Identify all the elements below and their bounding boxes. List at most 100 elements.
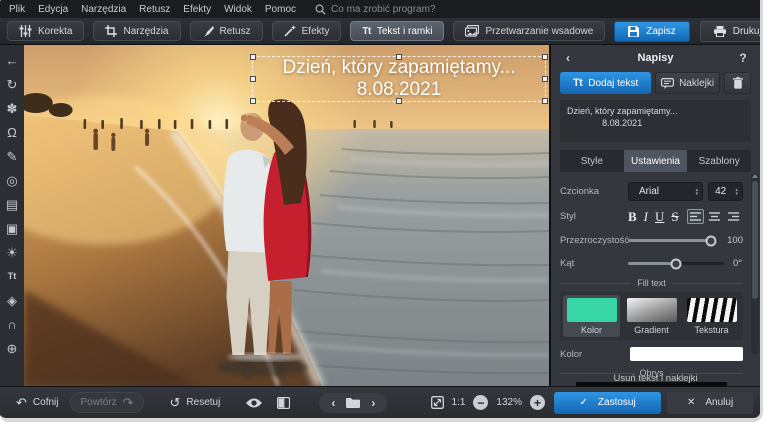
panel-header: ‹ Napisy ? [560,49,751,67]
angle-slider[interactable] [628,262,724,265]
zoom-in-button[interactable]: + [530,395,545,410]
font-label: Czcionka [560,186,628,197]
redo-button[interactable]: Powtórz ↷ [70,392,143,413]
cancel-button[interactable]: ✕ Anuluj [667,392,753,414]
photo-caption[interactable]: Dzień, który zapamiętamy... 8.08.2021 [253,57,545,101]
align-center-button[interactable] [706,209,723,224]
fit-screen-icon[interactable] [431,396,444,409]
menu-retusz[interactable]: Retusz [139,4,170,15]
scrollbar-up-arrow[interactable] [752,174,758,178]
scrollbar-thumb[interactable] [752,181,758,299]
italic-button[interactable]: I [644,209,648,225]
preview-original-button[interactable] [240,395,268,411]
text-icon: Tt [362,26,370,37]
clone-stamp-tool[interactable]: Ω [1,120,23,144]
undo-button[interactable]: ↶ Cofnij [7,393,67,412]
back-icon: ← [6,54,19,67]
menu-plik[interactable]: Plik [9,4,25,15]
print-button[interactable]: Drukuj [700,21,763,42]
resize-handle-e[interactable] [542,76,548,82]
save-button[interactable]: Zapisz [614,21,689,42]
tab-retusz[interactable]: Retusz [190,21,263,41]
search-input[interactable]: Co ma zrobić program? [315,4,435,15]
tab-ustawienia[interactable]: Ustawienia [624,150,688,172]
opacity-slider[interactable] [628,239,718,242]
stickers-button[interactable]: Naklejki [655,72,720,94]
rotate-tool[interactable]: ↻ [1,72,23,96]
tab-korekta[interactable]: Korekta [7,21,84,41]
reset-button[interactable]: ↺ Resetuj [161,393,230,412]
tab-efekty[interactable]: Efekty [272,21,342,41]
resize-handle-nw[interactable] [250,54,256,60]
zoom-level: 132% [496,397,522,408]
angle-slider-knob[interactable] [671,258,682,269]
tab-szablony[interactable]: Szablony [687,150,751,172]
opacity-slider-knob[interactable] [705,235,716,246]
film-frames-tool[interactable]: ▤ [1,192,23,216]
panel-title: Napisy [576,52,735,64]
help-button[interactable]: ? [735,51,751,65]
before-after-button[interactable] [271,394,296,412]
panel-scrollbar[interactable] [751,173,759,354]
underline-button[interactable]: U [655,209,664,225]
batch-icon [465,25,479,37]
menu-widok[interactable]: Widok [224,4,252,15]
resize-handle-s[interactable] [396,98,402,104]
panel-mode-buttons: Tt Dodaj tekst Naklejki [560,72,751,94]
tab-label: Tekst i ramki [377,26,433,37]
panel-tabs: Style Ustawienia Szablony [560,150,751,172]
align-left-button[interactable] [687,209,704,224]
crosshair-tool[interactable]: ⊕ [1,336,23,360]
curve-tool[interactable]: ∩ [1,312,23,336]
text-selection-box[interactable]: Dzień, który zapamiętamy... 8.08.2021 [252,56,546,102]
fill-color-option[interactable]: Kolor [563,295,620,337]
text-tool[interactable]: Tt [1,264,23,288]
tab-style[interactable]: Style [560,150,624,172]
next-photo-button[interactable]: › [371,396,375,410]
delete-text-and-stickers-link[interactable]: Usuń tekst i naklejki [551,373,760,384]
folder-icon[interactable] [346,397,360,408]
vignette-tool[interactable]: ▣ [1,216,23,240]
zoom-out-button[interactable]: − [473,395,488,410]
add-text-button[interactable]: Tt Dodaj tekst [560,72,651,94]
photo-canvas[interactable]: Dzień, który zapamiętamy... 8.08.2021 [24,45,550,386]
resize-handle-n[interactable] [396,54,402,60]
align-right-button[interactable] [725,209,742,224]
panel-back-button[interactable]: ‹ [560,51,576,65]
resize-handle-sw[interactable] [250,98,256,104]
effects-tool[interactable]: ✽ [1,96,23,120]
bold-button[interactable]: B [628,209,637,225]
zoom-1-1-button[interactable]: 1:1 [452,397,466,408]
color-splash-tool[interactable]: ◈ [1,288,23,312]
vignette-icon: ▣ [6,222,18,235]
font-size-stepper[interactable]: 42 ▴▾ [708,182,743,201]
resize-handle-ne[interactable] [542,54,548,60]
previous-photo-button[interactable]: ‹ [331,396,335,410]
radial-filter-tool[interactable]: ◎ [1,168,23,192]
tab-przetwarzanie-wsadowe[interactable]: Przetwarzanie wsadowe [453,21,605,41]
fill-gradient-option[interactable]: Gradient [623,295,680,337]
menu-edycja[interactable]: Edycja [38,4,68,15]
menu-efekty[interactable]: Efekty [183,4,211,15]
resize-handle-w[interactable] [250,76,256,82]
resize-handle-se[interactable] [542,98,548,104]
add-text-label: Dodaj tekst [588,78,638,89]
fill-texture-option[interactable]: Tekstura [683,295,740,337]
menu-narzedzia[interactable]: Narzędzia [81,4,126,15]
brush-tool[interactable]: ✎ [1,144,23,168]
tab-label: Efekty [302,26,330,37]
tab-tekst-i-ramki[interactable]: Tt Tekst i ramki [350,21,444,41]
text-color-picker[interactable] [630,347,743,361]
apply-button[interactable]: ✓ Zastosuj [554,392,661,414]
tab-narzedzia[interactable]: Narzędzia [93,21,180,41]
brightness-tool[interactable]: ☀ [1,240,23,264]
font-family-select[interactable]: Arial ▴▾ [628,182,703,201]
text-layer-preview[interactable]: Dzień, który zapamiętamy... 8.08.2021 [560,100,751,142]
back-tool[interactable]: ← [1,48,23,72]
delete-button[interactable] [724,72,751,94]
strikethrough-button[interactable]: S [671,209,678,225]
reset-icon: ↺ [170,396,181,409]
preview-line-2: 8.08.2021 [567,117,677,129]
menu-pomoc[interactable]: Pomoc [265,4,296,15]
effects-icon: ✽ [7,102,18,115]
